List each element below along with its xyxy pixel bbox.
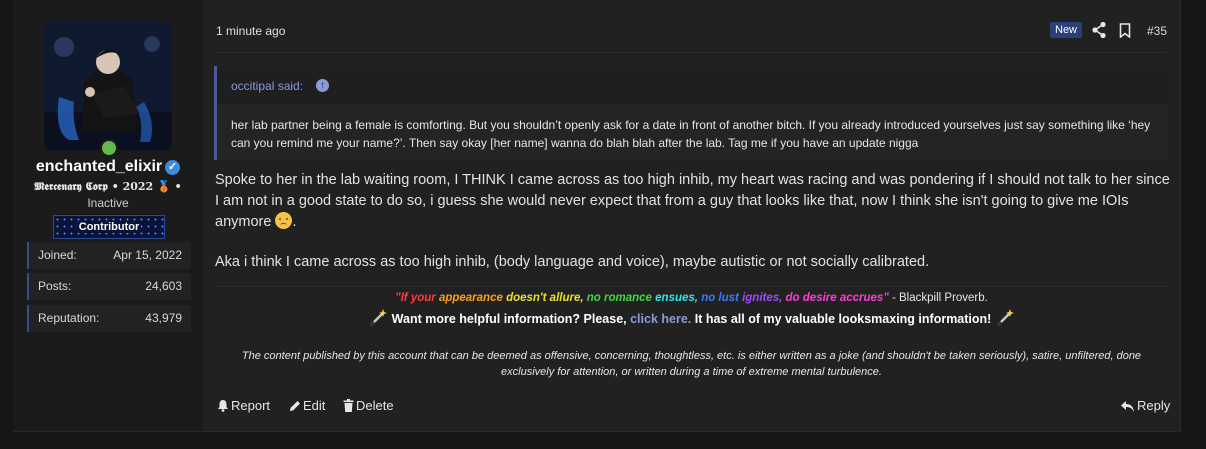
- edit-button[interactable]: Edit: [289, 398, 325, 413]
- stat-value: 43,979: [145, 311, 182, 325]
- sig-quote-part: doesn't allure,: [506, 292, 587, 304]
- post-number-link[interactable]: #35: [1147, 24, 1167, 38]
- delete-button[interactable]: Delete: [343, 398, 394, 413]
- stat-label: Posts:: [38, 279, 72, 293]
- header-divider: [216, 52, 1167, 53]
- report-label[interactable]: Report: [231, 398, 270, 413]
- username-text[interactable]: enchanted_elixir: [36, 158, 162, 175]
- post-body-text: Spoke to her in the lab waiting room, I …: [215, 172, 1170, 230]
- sig-quote-suffix: - Blackpill Proverb.: [888, 292, 988, 304]
- quote-text: her lab partner being a female is comfor…: [231, 118, 1151, 150]
- stat-value: 24,603: [145, 279, 182, 293]
- magic-wand-icon: [370, 309, 388, 326]
- quote-header: occitipal said: ↑: [217, 66, 1168, 104]
- quote-block: occitipal said: ↑ her lab partner being …: [214, 66, 1168, 160]
- post-body-paragraph: Spoke to her in the lab waiting room, I …: [215, 170, 1170, 233]
- stat-value: Apr 15, 2022: [113, 248, 182, 262]
- bell-icon: [218, 400, 228, 412]
- sig-quote-part: no lust: [701, 292, 743, 304]
- reply-label[interactable]: Reply: [1137, 398, 1170, 413]
- user-banner: Contributor: [53, 215, 165, 239]
- sig-quote-part: no romance: [586, 292, 656, 304]
- post-main: 1 minute ago New #35 occitipal said: ↑ h…: [203, 0, 1179, 431]
- signature-disclaimer: The content published by this account th…: [241, 350, 1142, 378]
- edit-label[interactable]: Edit: [303, 398, 325, 413]
- sig-info-suffix: It has all of my valuable looksmaxing in…: [691, 312, 992, 326]
- signature-quote: "If your appearance doesn't allure, no r…: [216, 292, 1167, 304]
- arrow-up-icon[interactable]: ↑: [316, 79, 329, 92]
- post-body-paragraph-2: Aka i think I came across as too high in…: [215, 254, 930, 270]
- pencil-icon: [290, 401, 300, 411]
- sig-quote-part: "If your: [395, 292, 439, 304]
- verified-badge-icon: ✓: [165, 160, 181, 175]
- stat-joined: Joined: Apr 15, 2022: [27, 242, 191, 269]
- stat-posts: Posts: 24,603: [27, 273, 191, 300]
- sig-info-link[interactable]: click here.: [630, 312, 691, 326]
- reply-arrow-icon: [1121, 401, 1134, 412]
- user-banner-label: Contributor: [76, 221, 142, 233]
- new-badge: New: [1050, 22, 1083, 38]
- signature-info: Want more helpful information? Please, c…: [216, 307, 1167, 327]
- online-status-dot: [100, 139, 118, 157]
- report-button[interactable]: Report: [217, 398, 270, 413]
- trash-icon: [343, 399, 354, 412]
- signature-divider: [216, 286, 1167, 287]
- sig-quote-part: appearance: [438, 292, 507, 304]
- sig-quote-part: ignites,: [742, 292, 786, 304]
- delete-label[interactable]: Delete: [356, 398, 394, 413]
- avatar[interactable]: [44, 22, 172, 150]
- worried-face-emoji-icon: [275, 212, 293, 229]
- quote-author-link[interactable]: occitipal said:: [231, 79, 303, 93]
- post-body-punct: .: [292, 214, 297, 230]
- sig-info-text: Want more helpful information? Please,: [391, 312, 631, 326]
- sig-quote-part: do desire accrues": [785, 292, 889, 304]
- reply-button[interactable]: Reply: [1121, 398, 1170, 413]
- user-status: Inactive: [87, 196, 129, 210]
- user-title: 𝕸𝖊𝖗𝖈𝖊𝖓𝖆𝖗𝖞 𝕮𝖔𝖗𝖕 • 2022 🥉 •: [34, 180, 182, 193]
- stat-reputation: Reputation: 43,979: [27, 305, 191, 332]
- stat-label: Reputation:: [38, 311, 100, 325]
- sig-quote-part: ensues,: [655, 292, 702, 304]
- bookmark-icon[interactable]: [1119, 23, 1131, 38]
- magic-wand-icon: [996, 309, 1014, 326]
- share-icon[interactable]: [1091, 21, 1107, 39]
- post-timestamp[interactable]: 1 minute ago: [216, 24, 285, 38]
- stat-label: Joined:: [38, 248, 77, 262]
- username[interactable]: enchanted_elixir ✓: [13, 158, 203, 176]
